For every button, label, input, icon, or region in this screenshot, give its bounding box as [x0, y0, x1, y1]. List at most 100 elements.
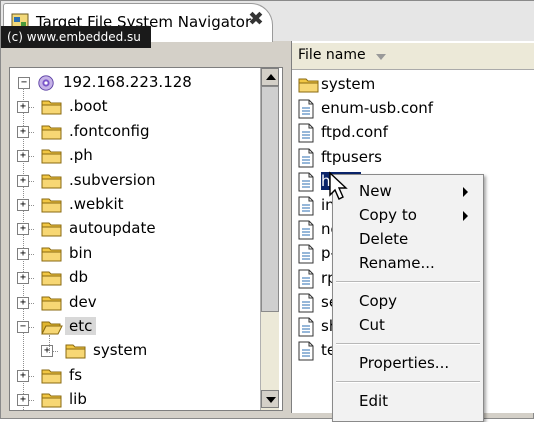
tree-item-label: system	[93, 341, 148, 360]
menu-item-rename[interactable]: Rename...	[333, 251, 483, 275]
tree-item-system[interactable]: + system	[10, 339, 260, 363]
folder-icon	[41, 296, 62, 311]
tree-connector-line	[49, 335, 50, 353]
tree-item-dot-boot[interactable]: + .boot	[10, 95, 260, 119]
menu-item-properties[interactable]: Properties...	[333, 351, 483, 375]
expand-icon[interactable]: +	[17, 223, 29, 236]
scroll-up-button[interactable]	[261, 68, 279, 86]
watermark: (c) www.embedded.su	[1, 26, 151, 48]
folder-icon	[65, 344, 86, 359]
tree-root-label: 192.168.223.128	[63, 73, 192, 91]
menu-item-copy[interactable]: Copy	[333, 289, 483, 313]
close-icon[interactable]: ✖	[248, 10, 264, 29]
tree-item-label: db	[69, 268, 89, 287]
file-item-label: system	[321, 75, 376, 93]
column-header-label: File name	[298, 47, 366, 63]
file-item-label: enum-usb.conf	[321, 99, 434, 118]
tree-item-label: autoupdate	[69, 219, 156, 238]
tree-item-autoupdate[interactable]: + autoupdate	[10, 217, 260, 241]
document-icon	[298, 148, 314, 168]
folder-icon	[41, 247, 62, 262]
menu-item-copy-to[interactable]: Copy to	[333, 203, 483, 227]
tree-item-label: .ph	[69, 146, 93, 165]
expand-icon[interactable]: +	[17, 125, 29, 138]
tree-item-dev[interactable]: + dev	[10, 291, 260, 315]
folder-icon	[41, 271, 62, 286]
tree-item-dot-fontconfig[interactable]: + .fontconfig	[10, 120, 260, 144]
folder-icon	[41, 369, 62, 384]
tree-item-label: .fontconfig	[69, 121, 150, 140]
submenu-arrow-icon	[463, 211, 468, 221]
scroll-down-button[interactable]	[261, 390, 279, 408]
mouse-pointer-icon	[329, 171, 348, 200]
folder-tree[interactable]: − 192.168.223.128 + .boot + .fontconfig + .ph +.…	[9, 67, 283, 411]
arrow-down-icon	[266, 397, 276, 403]
expand-icon[interactable]: +	[17, 150, 29, 163]
menu-separator	[336, 381, 480, 383]
collapse-icon[interactable]: −	[17, 321, 29, 333]
file-item-ftpd-conf[interactable]: ftpd.conf	[298, 121, 528, 145]
tree-item-label: etc	[65, 317, 97, 335]
menu-separator	[336, 343, 480, 345]
document-icon	[298, 196, 314, 216]
expand-icon[interactable]: +	[17, 369, 29, 382]
expand-icon[interactable]: +	[17, 296, 29, 309]
folder-icon	[41, 100, 62, 115]
file-item-ftpusers[interactable]: ftpusers	[298, 146, 528, 170]
expand-icon[interactable]: +	[17, 247, 29, 260]
navigator-window: Target File System Navigator ✖ (c) www.e…	[0, 0, 534, 422]
folder-icon	[298, 78, 319, 93]
document-icon	[298, 317, 314, 337]
scroll-thumb[interactable]	[261, 86, 279, 312]
tree-item-dot-subversion[interactable]: + .subversion	[10, 169, 260, 193]
tree-item-label: fs	[69, 365, 83, 384]
collapse-icon[interactable]: −	[18, 77, 30, 89]
folder-icon	[41, 393, 62, 408]
file-item-enum-usb-conf[interactable]: enum-usb.conf	[298, 97, 528, 121]
folder-icon	[41, 222, 62, 237]
tree-item-db[interactable]: + db	[10, 266, 260, 290]
document-icon	[298, 99, 314, 119]
menu-item-delete[interactable]: Delete	[333, 227, 483, 251]
tree-root-node[interactable]: − 192.168.223.128	[10, 71, 260, 95]
expand-icon[interactable]: +	[17, 394, 29, 407]
folder-icon	[41, 125, 62, 140]
tree-item-lib[interactable]: + lib	[10, 388, 260, 410]
sort-arrow-icon	[376, 54, 386, 60]
menu-item-edit[interactable]: Edit	[333, 389, 483, 413]
expand-icon[interactable]: +	[41, 345, 53, 358]
file-item-label: ftpusers	[321, 147, 382, 166]
expand-icon[interactable]: +	[17, 174, 29, 187]
folder-icon	[41, 198, 62, 213]
tree-item-dot-webkit[interactable]: + .webkit	[10, 193, 260, 217]
folder-icon	[41, 174, 62, 189]
file-item-label: ftpd.conf	[321, 123, 388, 142]
open-folder-icon	[41, 321, 63, 335]
tree-item-label: .subversion	[69, 170, 156, 189]
column-header-file-name[interactable]: File name	[292, 43, 534, 70]
tree-item-label: lib	[69, 390, 87, 409]
target-host-icon	[38, 75, 54, 91]
tree-item-label: .webkit	[69, 195, 124, 213]
menu-item-cut[interactable]: Cut	[333, 313, 483, 337]
tree-item-label: .boot	[69, 97, 108, 116]
file-item-system[interactable]: system	[298, 73, 528, 97]
tree-vertical-scrollbar[interactable]	[260, 68, 279, 410]
expand-icon[interactable]: +	[17, 101, 29, 114]
document-icon	[298, 341, 314, 361]
tree-item-label: dev	[69, 292, 97, 311]
tree-item-etc[interactable]: − etc	[10, 315, 260, 339]
document-icon	[298, 293, 314, 313]
document-icon	[298, 244, 314, 264]
expand-icon[interactable]: +	[17, 199, 29, 211]
menu-item-new[interactable]: New	[333, 179, 483, 203]
tree-item-fs[interactable]: + fs	[10, 364, 260, 388]
arrow-up-icon	[266, 74, 276, 80]
submenu-arrow-icon	[463, 187, 468, 197]
expand-icon[interactable]: +	[17, 272, 29, 285]
tree-item-bin[interactable]: + bin	[10, 242, 260, 266]
menu-separator	[336, 281, 480, 283]
tree-item-label: bin	[69, 243, 93, 262]
document-icon	[298, 220, 314, 240]
tree-item-dot-ph[interactable]: + .ph	[10, 144, 260, 168]
